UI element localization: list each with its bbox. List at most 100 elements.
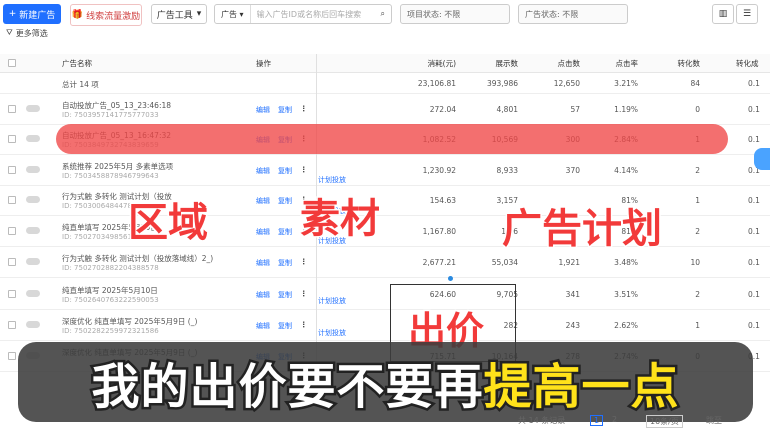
more-icon[interactable]: ⋮ xyxy=(300,104,308,113)
ad-name[interactable]: 行为式触 多转化 测试计划（投放落域线）2_) xyxy=(62,253,213,264)
pager-total: 共 14 条记录 xyxy=(518,416,566,425)
row-checkbox[interactable] xyxy=(8,258,16,266)
edit-button[interactable]: 编辑 xyxy=(256,321,270,331)
edit-button[interactable]: 编辑 xyxy=(256,227,270,237)
copy-button[interactable]: 复制 xyxy=(278,166,292,176)
cell-conv-cost: 0.1 xyxy=(748,258,760,267)
ad-name[interactable]: 纯直单填写 2025年5月10日 xyxy=(62,285,158,296)
pager-page-1[interactable]: 1 xyxy=(590,415,604,426)
cell-impressions: 4,801 xyxy=(496,105,518,114)
search-icon[interactable]: ⌕ xyxy=(381,9,391,19)
table-row[interactable]: 深度优化 纯直单填写 2025年5月9日 (_) ID: 750228225997… xyxy=(0,310,770,341)
cell-clicks: 243 xyxy=(565,321,580,330)
row-checkbox[interactable] xyxy=(8,227,16,235)
table-row[interactable]: 系统推荐 2025年5月 多素单选项 ID: 750345887894679964… xyxy=(0,155,770,186)
cell-clicks: 370 xyxy=(565,166,580,175)
ad-name[interactable]: 深度优化 纯直单填写 2025年5月9日 (_) xyxy=(62,316,197,327)
ad-id: ID: 7502640763222590053 xyxy=(62,296,159,304)
row-checkbox[interactable] xyxy=(8,166,16,174)
edit-button[interactable]: 编辑 xyxy=(256,290,270,300)
row-toggle[interactable] xyxy=(26,321,40,328)
copy-button[interactable]: 复制 xyxy=(278,290,292,300)
chevron-down-icon: ▾ xyxy=(196,9,202,19)
more-icon[interactable]: ⋮ xyxy=(300,257,308,266)
table-row[interactable]: 纯直单填写 2025年5月10日 ID: 7502640763222590053 编… xyxy=(0,279,770,310)
ad-tools-dropdown[interactable]: 广告工具 ▾ xyxy=(151,4,207,24)
pager-size-select[interactable]: 10条/页 xyxy=(646,415,683,428)
assistant-bot-icon[interactable] xyxy=(754,148,770,170)
total-impressions: 393,986 xyxy=(486,79,518,88)
filter-icon: ⛛ xyxy=(6,28,13,37)
total-clicks: 12,650 xyxy=(553,79,580,88)
copy-button[interactable]: 复制 xyxy=(278,105,292,115)
row-toggle[interactable] xyxy=(26,135,40,142)
edit-button[interactable]: 编辑 xyxy=(256,196,270,206)
side-link[interactable]: 计划投放 xyxy=(318,328,346,338)
row-checkbox[interactable] xyxy=(8,290,16,298)
copy-button[interactable]: 复制 xyxy=(278,258,292,268)
side-link[interactable]: 计划投放 xyxy=(318,296,346,306)
header-name[interactable]: 广告名称 xyxy=(62,58,92,69)
header-impressions[interactable]: 展示数 xyxy=(458,58,519,69)
ad-status-select[interactable]: 广告状态: 不限 xyxy=(518,4,628,24)
row-toggle[interactable] xyxy=(26,196,40,203)
total-label: 总计 14 项 xyxy=(62,80,99,89)
project-status-label: 项目状态: xyxy=(407,9,442,19)
columns-icon[interactable]: ▥ xyxy=(712,4,734,24)
header-conversions[interactable]: 转化数 xyxy=(650,58,701,69)
caption-white: 我的出价要不要再 xyxy=(89,357,485,418)
cell-cost: 1,230.92 xyxy=(422,166,456,175)
pager-jump[interactable]: 跳至 xyxy=(706,415,722,426)
copy-button[interactable]: 复制 xyxy=(278,321,292,331)
settings-icon[interactable]: ☰ xyxy=(736,4,758,24)
row-toggle[interactable] xyxy=(26,227,40,234)
new-ad-label: 新建广告 xyxy=(19,10,56,21)
row-checkbox[interactable] xyxy=(8,352,16,360)
more-icon[interactable]: ⋮ xyxy=(300,320,308,329)
ad-id: ID: 7502282259972321586 xyxy=(62,327,159,335)
header-clicks[interactable]: 点击数 xyxy=(520,58,581,69)
boost-button[interactable]: 🎁 线索流量激励 xyxy=(70,4,142,26)
total-cost: 23,106.81 xyxy=(417,79,456,88)
row-checkbox[interactable] xyxy=(8,135,16,143)
ad-name[interactable]: 自动投放广告_05_13_23:46:18 xyxy=(62,100,171,111)
edit-button[interactable]: 编辑 xyxy=(256,166,270,176)
row-checkbox[interactable] xyxy=(8,196,16,204)
search-input[interactable]: 输入广告ID或名称后回车搜索 xyxy=(251,9,381,20)
row-toggle[interactable] xyxy=(26,166,40,173)
edit-button[interactable]: 编辑 xyxy=(256,105,270,115)
highlight-bar xyxy=(56,124,728,154)
more-icon[interactable]: ⋮ xyxy=(300,289,308,298)
ad-name[interactable]: 系统推荐 2025年5月 多素单选项 xyxy=(62,161,173,172)
header-conv-cost[interactable]: 转化成 xyxy=(736,58,759,69)
total-ctr: 3.21% xyxy=(614,79,638,88)
select-all-checkbox[interactable] xyxy=(8,59,16,67)
new-ad-button[interactable]: + 新建广告 xyxy=(3,4,61,24)
ad-id: ID: 7503957141775777033 xyxy=(62,111,159,119)
cell-impressions: 55,034 xyxy=(491,258,518,267)
copy-button[interactable]: 复制 xyxy=(278,196,292,206)
row-checkbox[interactable] xyxy=(8,321,16,329)
project-status-select[interactable]: 项目状态: 不限 xyxy=(400,4,510,24)
search-box[interactable]: 广告 ▾ 输入广告ID或名称后回车搜索 ⌕ xyxy=(214,4,392,24)
row-checkbox[interactable] xyxy=(8,105,16,113)
copy-button[interactable]: 复制 xyxy=(278,227,292,237)
cell-cost: 272.04 xyxy=(429,105,456,114)
header-cost[interactable]: 消耗(元) xyxy=(396,58,456,69)
cell-ctr: 1.19% xyxy=(614,105,638,114)
edit-button[interactable]: 编辑 xyxy=(256,258,270,268)
table-row[interactable]: 自动投放广告_05_13_23:46:18 ID: 750395714177577… xyxy=(0,94,770,125)
pager-page-2[interactable]: 2 xyxy=(612,415,617,424)
more-filters-button[interactable]: ⛛ 更多筛选 xyxy=(6,28,48,39)
more-icon[interactable]: ⋮ xyxy=(300,165,308,174)
row-toggle[interactable] xyxy=(26,290,40,297)
header-ctr[interactable]: 点击率 xyxy=(578,58,639,69)
region-overlay-text: 区域 xyxy=(127,199,210,248)
row-toggle[interactable] xyxy=(26,105,40,112)
side-link[interactable]: 计划投放 xyxy=(318,175,346,185)
cell-conv-cost: 0.1 xyxy=(748,321,760,330)
row-toggle[interactable] xyxy=(26,258,40,265)
total-conversions: 84 xyxy=(690,79,700,88)
project-status-value: 不限 xyxy=(444,9,461,19)
search-scope[interactable]: 广告 ▾ xyxy=(215,5,251,23)
